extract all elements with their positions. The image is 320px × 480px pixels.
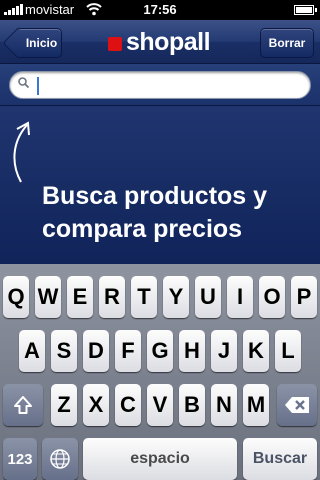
key-i[interactable]: I (227, 276, 253, 318)
search-bar (0, 64, 320, 106)
shopall-logo-icon (108, 36, 122, 51)
search-field[interactable] (9, 71, 311, 99)
shopall-logo: shopall (108, 28, 211, 57)
key-v[interactable]: V (147, 384, 173, 426)
shift-icon (14, 396, 32, 414)
back-button[interactable]: Inicio (18, 28, 62, 58)
key-m[interactable]: M (243, 384, 269, 426)
key-j[interactable]: J (211, 330, 237, 372)
battery-icon (294, 5, 317, 15)
clear-button[interactable]: Borrar (260, 28, 314, 58)
curved-arrow-icon (13, 121, 30, 183)
logo-text: shopall (126, 28, 211, 56)
key-z[interactable]: Z (51, 384, 77, 426)
key-b[interactable]: B (179, 384, 205, 426)
delete-key[interactable] (277, 384, 317, 426)
status-bar: movistar 17:56 (0, 0, 320, 20)
key-q[interactable]: Q (3, 276, 29, 318)
key-x[interactable]: X (83, 384, 109, 426)
search-key[interactable]: Buscar (243, 438, 317, 480)
key-n[interactable]: N (211, 384, 237, 426)
hint-panel: Busca productos y compara precios (0, 106, 320, 264)
back-button-label: Inicio (25, 36, 58, 50)
key-y[interactable]: Y (163, 276, 189, 318)
clock: 17:56 (143, 2, 177, 17)
navigation-bar: Inicio shopall Borrar (0, 20, 320, 64)
key-s[interactable]: S (51, 330, 77, 372)
globe-key[interactable] (42, 438, 78, 480)
hint-message-line1: Busca productos y (42, 182, 268, 210)
key-r[interactable]: R (99, 276, 125, 318)
key-w[interactable]: W (35, 276, 61, 318)
hint-message: Busca productos y compara precios (42, 180, 312, 246)
hint-message-line2: compara precios (42, 215, 243, 243)
key-d[interactable]: D (83, 330, 109, 372)
key-o[interactable]: O (259, 276, 285, 318)
key-a[interactable]: A (19, 330, 45, 372)
key-p[interactable]: P (291, 276, 317, 318)
key-u[interactable]: U (195, 276, 221, 318)
space-key[interactable]: espacio (83, 438, 237, 480)
key-e[interactable]: E (67, 276, 93, 318)
key-g[interactable]: G (147, 330, 173, 372)
search-icon (18, 77, 29, 88)
backspace-icon (285, 397, 309, 413)
key-f[interactable]: F (115, 330, 141, 372)
key-k[interactable]: K (243, 330, 269, 372)
numbers-key[interactable]: 123 (3, 438, 37, 480)
keyboard: Q W E R T Y U I O P A S D F G H J K L Z X C V B N M 123 espacio Busc… (0, 264, 320, 480)
key-t[interactable]: T (131, 276, 157, 318)
search-input[interactable] (36, 75, 298, 95)
globe-icon (50, 449, 70, 469)
key-h[interactable]: H (179, 330, 205, 372)
shift-key[interactable] (3, 384, 43, 426)
key-c[interactable]: C (115, 384, 141, 426)
key-l[interactable]: L (275, 330, 301, 372)
